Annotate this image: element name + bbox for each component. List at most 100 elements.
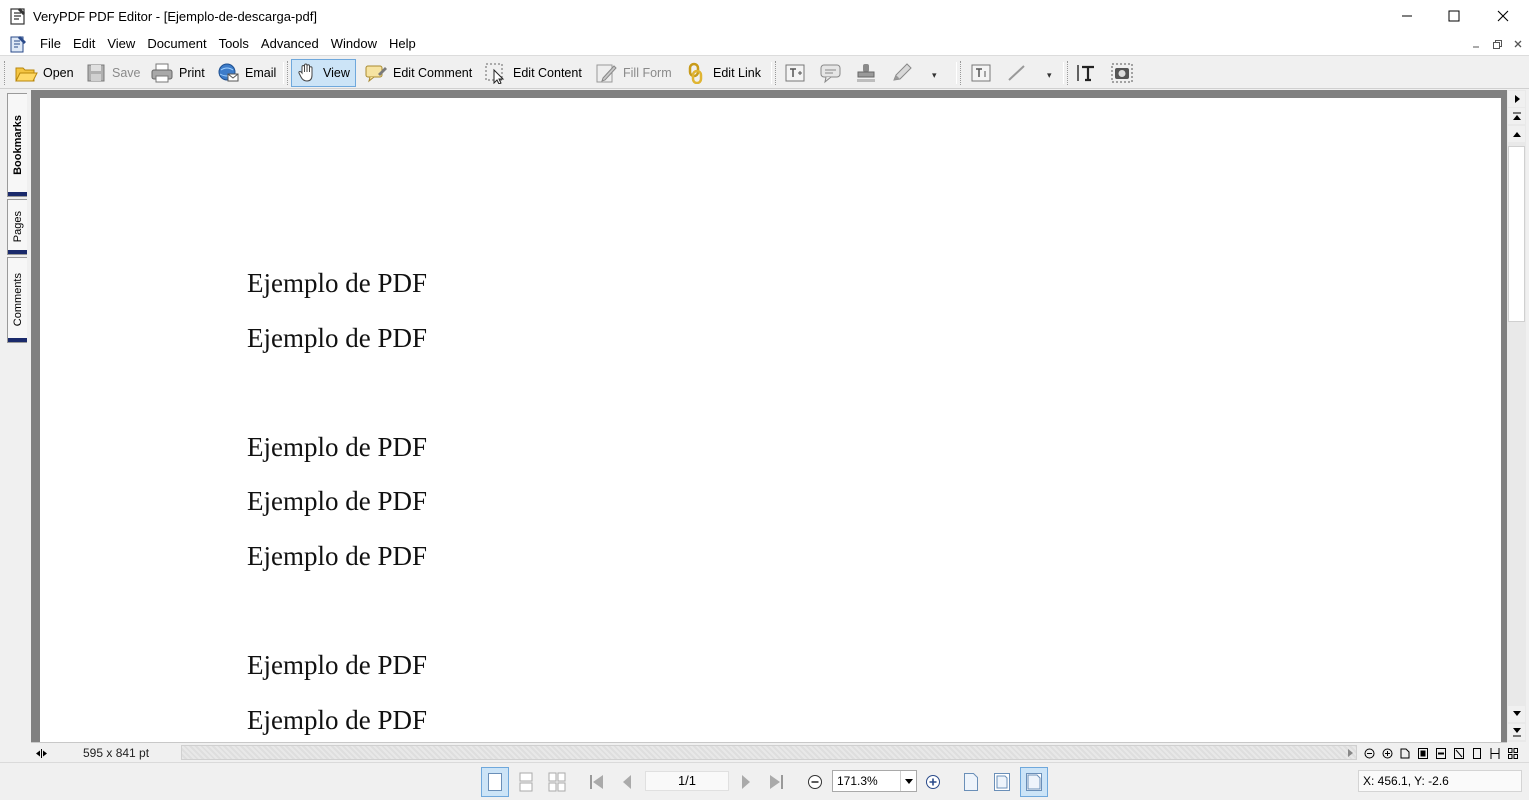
next-page-button[interactable] <box>732 767 760 797</box>
page-number-field[interactable]: 1/1 <box>645 771 729 791</box>
print-button[interactable]: Print <box>146 59 209 87</box>
facing-pages-button[interactable] <box>1487 745 1503 761</box>
horizontal-scrollbar[interactable] <box>181 745 1357 760</box>
tab-pages[interactable]: Pages <box>7 199 27 255</box>
shape-tools-dropdown[interactable]: ▾ <box>1047 70 1052 81</box>
tab-bookmarks[interactable]: Bookmarks <box>7 93 27 197</box>
fit-page-view-button[interactable] <box>988 767 1016 797</box>
pdf-text-line[interactable]: Ejemplo de PDF <box>247 268 427 299</box>
pdf-text-line[interactable]: Ejemplo de PDF <box>247 323 427 354</box>
scroll-up-button[interactable] <box>1508 126 1525 142</box>
add-textbox-button[interactable] <box>779 59 811 87</box>
mdi-minimize-button[interactable] <box>1468 36 1484 52</box>
document-workspace[interactable]: Ejemplo de PDF Ejemplo de PDF Ejemplo de… <box>31 90 1507 742</box>
scroll-last-page-button[interactable] <box>1508 724 1525 740</box>
maximize-button[interactable] <box>1431 0 1477 32</box>
menu-window[interactable]: Window <box>325 32 383 55</box>
zoom-out-icon <box>1364 748 1374 758</box>
scroll-first-page-button[interactable] <box>1508 108 1525 124</box>
actual-size-button[interactable] <box>1397 745 1413 761</box>
vertical-scrollbar[interactable] <box>1507 90 1526 742</box>
panel-toggle-button[interactable] <box>1508 91 1525 107</box>
first-page-icon <box>590 775 603 789</box>
comment-edit-icon <box>365 65 387 83</box>
pdf-text-line[interactable]: Ejemplo de PDF <box>247 541 427 572</box>
page-actual-size-icon <box>964 773 978 791</box>
mdi-restore-button[interactable] <box>1489 36 1505 52</box>
hand-icon <box>298 63 313 82</box>
toolbar-separator <box>956 62 957 84</box>
menu-advanced[interactable]: Advanced <box>255 32 325 55</box>
last-page-button[interactable] <box>762 767 790 797</box>
draw-tools-dropdown[interactable]: ▾ <box>932 70 937 81</box>
zoom-out-small-button[interactable] <box>1361 745 1377 761</box>
menu-help[interactable]: Help <box>383 32 422 55</box>
facing-mode-button[interactable] <box>543 767 571 797</box>
scroll-right-button[interactable] <box>1343 745 1359 761</box>
edit-comment-button[interactable]: Edit Comment <box>360 59 476 87</box>
pdf-text-line[interactable]: Ejemplo de PDF <box>247 432 427 463</box>
zoom-dropdown-button[interactable] <box>900 771 916 791</box>
email-button[interactable]: Email <box>212 59 280 87</box>
fit-visible-button[interactable] <box>1451 745 1467 761</box>
fit-width-button[interactable] <box>1433 745 1449 761</box>
toolbar-grip[interactable] <box>4 61 7 85</box>
close-icon <box>1497 10 1509 22</box>
mdi-close-button[interactable] <box>1510 36 1526 52</box>
toolbar-grip[interactable] <box>775 61 778 85</box>
menu-file[interactable]: File <box>34 32 67 55</box>
actual-size-view-button[interactable] <box>957 767 985 797</box>
typewriter-button[interactable] <box>965 59 997 87</box>
fill-form-button[interactable]: Fill Form <box>590 59 676 87</box>
grid-pages-button[interactable] <box>1505 745 1521 761</box>
fit-width-view-button[interactable] <box>1020 767 1048 797</box>
zoom-in-icon <box>926 775 940 789</box>
add-stamp-button[interactable] <box>850 59 882 87</box>
edit-link-button[interactable]: Edit Link <box>680 59 765 87</box>
close-button[interactable] <box>1480 0 1526 32</box>
pencil-draw-button[interactable] <box>886 59 918 87</box>
split-view-button[interactable] <box>33 745 49 761</box>
fit-page-button[interactable] <box>1415 745 1431 761</box>
scroll-down-button[interactable] <box>1508 706 1525 722</box>
edit-content-button[interactable]: Edit Content <box>480 59 586 87</box>
pdf-text-line[interactable]: Ejemplo de PDF <box>247 486 427 517</box>
save-button[interactable]: Save <box>81 59 145 87</box>
pdf-text-line[interactable]: Ejemplo de PDF <box>247 705 427 736</box>
menu-view[interactable]: View <box>101 32 141 55</box>
zoom-in-button[interactable] <box>919 767 947 797</box>
single-page-mode-button[interactable] <box>481 767 509 797</box>
tab-bookmarks-label: Bookmarks <box>11 115 24 175</box>
snapshot-button[interactable] <box>1106 59 1138 87</box>
previous-page-button[interactable] <box>613 767 641 797</box>
toolbar-grip[interactable] <box>960 61 963 85</box>
single-page-button[interactable] <box>1469 745 1485 761</box>
menu-edit[interactable]: Edit <box>67 32 101 55</box>
view-tool-button[interactable]: View <box>291 59 356 87</box>
menu-tools[interactable]: Tools <box>213 32 255 55</box>
menu-document[interactable]: Document <box>141 32 212 55</box>
vertical-scroll-thumb[interactable] <box>1508 146 1525 322</box>
line-tool-button[interactable] <box>1001 59 1033 87</box>
minimize-button[interactable] <box>1384 0 1430 32</box>
edit-link-label: Edit Link <box>713 66 761 80</box>
select-text-button[interactable] <box>1071 59 1103 87</box>
zoom-out-button[interactable] <box>801 767 829 797</box>
continuous-mode-button[interactable] <box>512 767 540 797</box>
pdf-text-line[interactable]: Ejemplo de PDF <box>247 650 427 681</box>
toolbar-grip[interactable] <box>1067 61 1070 85</box>
tab-comments[interactable]: Comments <box>7 257 27 343</box>
menu-bar: File Edit View Document Tools Advanced W… <box>0 32 1529 55</box>
pdf-page[interactable]: Ejemplo de PDF Ejemplo de PDF Ejemplo de… <box>40 98 1501 742</box>
zoom-in-small-button[interactable] <box>1379 745 1395 761</box>
first-page-button[interactable] <box>583 767 611 797</box>
zoom-combobox[interactable]: 171.3% <box>832 770 917 792</box>
arrow-bottom-icon <box>1512 727 1521 736</box>
open-button[interactable]: Open <box>10 59 78 87</box>
side-panel-tabs: Bookmarks Pages Comments <box>0 90 30 742</box>
save-label: Save <box>112 66 141 80</box>
single-page-icon <box>1473 747 1481 759</box>
toolbar-grip[interactable] <box>287 61 290 85</box>
add-note-button[interactable] <box>815 59 847 87</box>
tab-bar <box>8 338 27 342</box>
